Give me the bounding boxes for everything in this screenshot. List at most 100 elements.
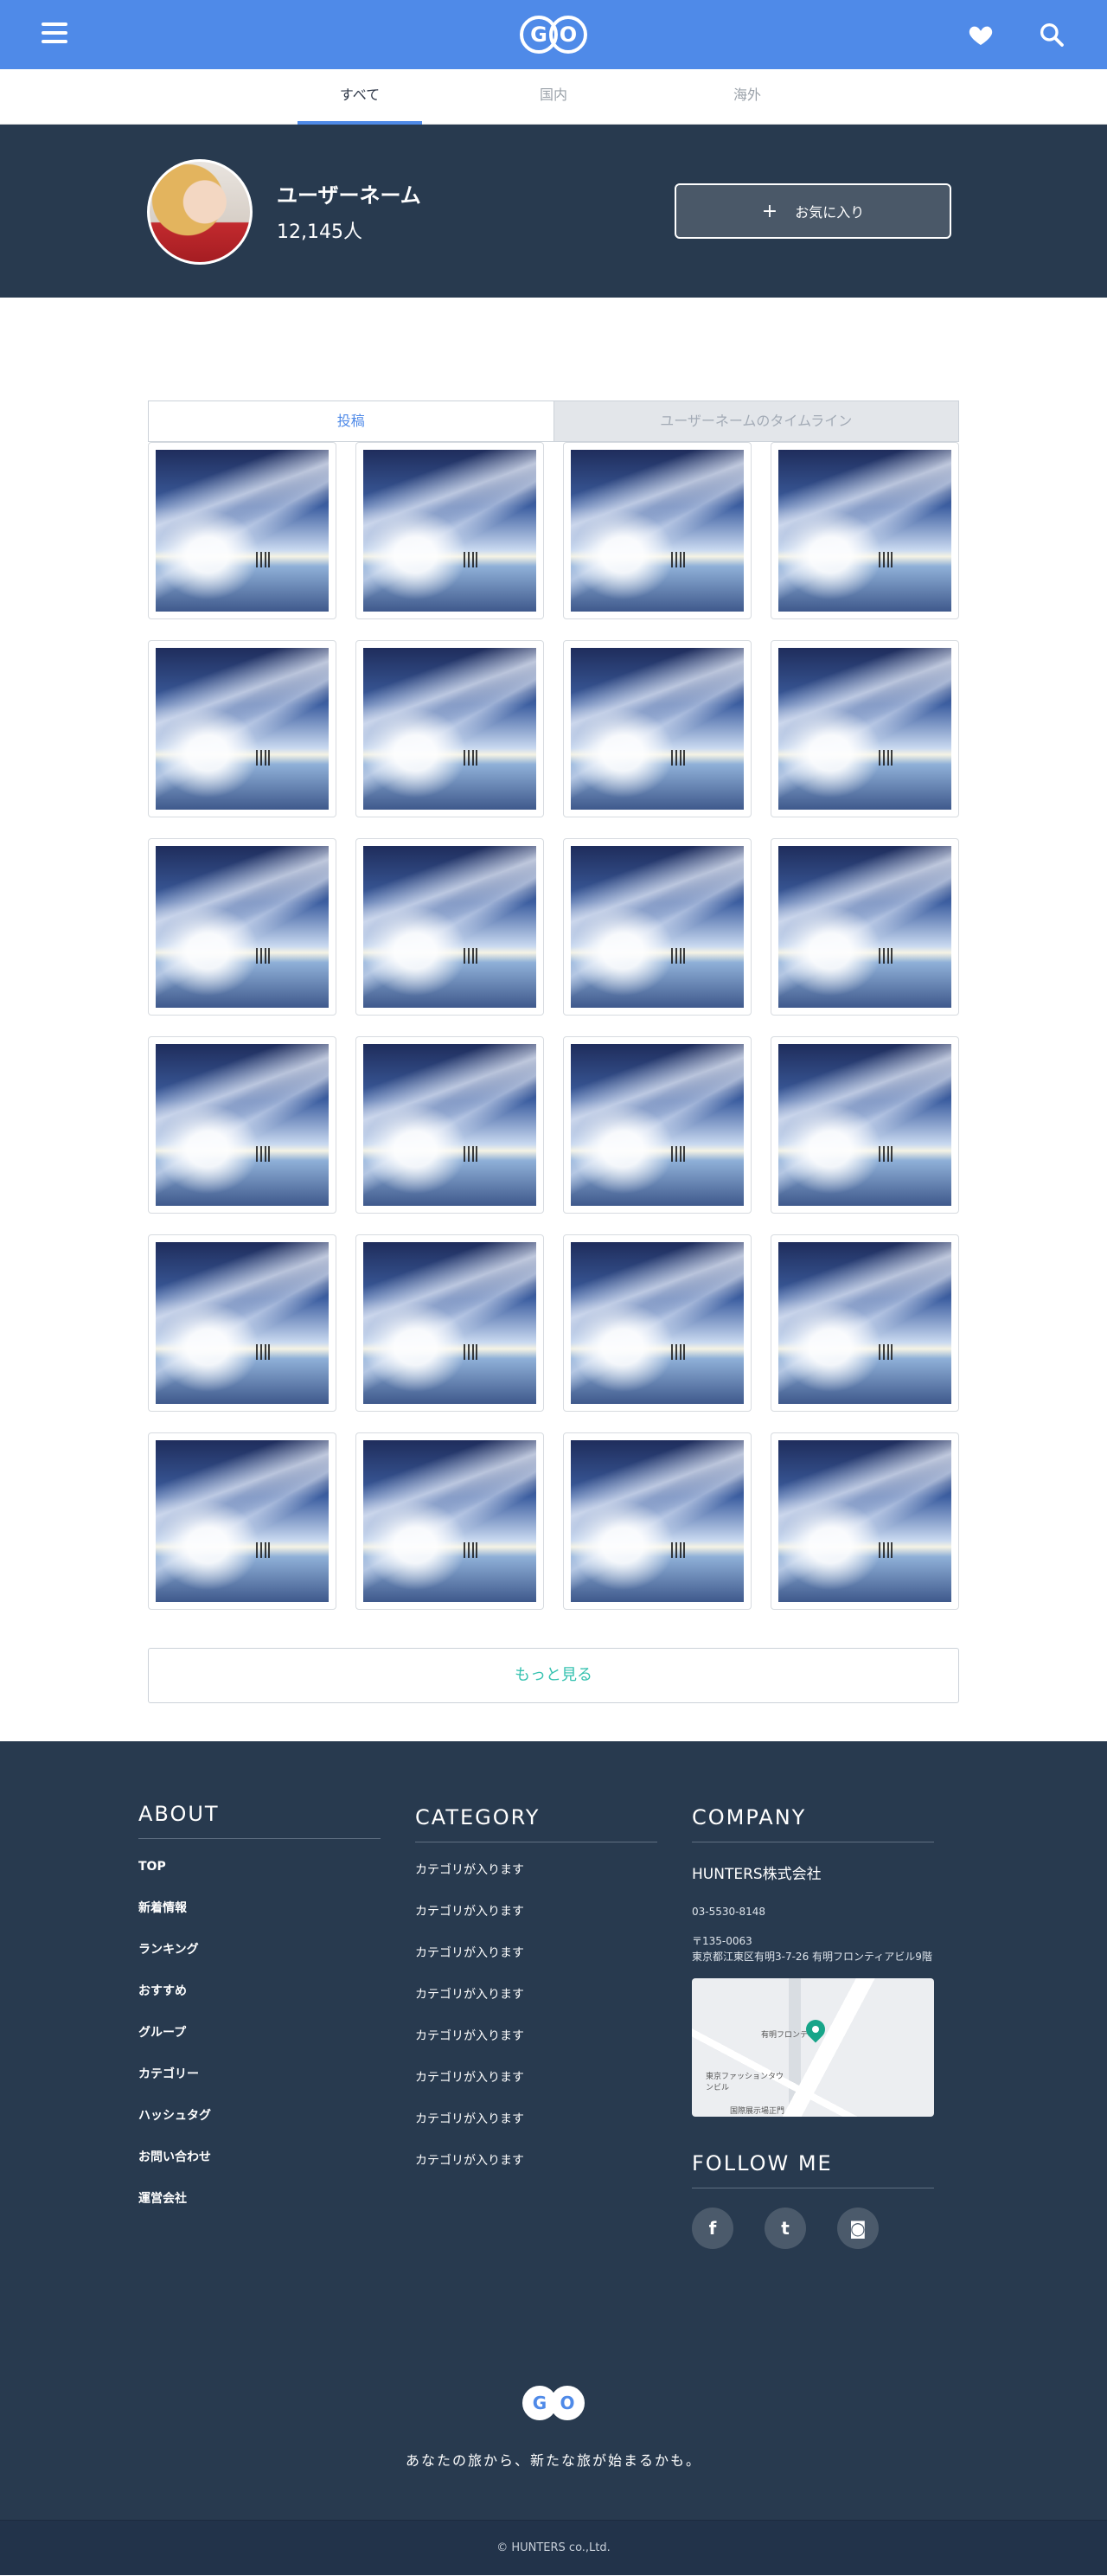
photo-card[interactable] — [355, 640, 544, 817]
photo-thumbnail — [571, 846, 744, 1008]
twitter-icon[interactable]: t — [765, 2208, 806, 2249]
photo-thumbnail — [778, 1440, 951, 1602]
footer-link-group[interactable]: グループ — [138, 2024, 381, 2041]
tab-all[interactable]: すべて — [298, 69, 422, 125]
logo-letter-o: O — [549, 16, 587, 54]
tab-posts[interactable]: 投稿 — [149, 401, 554, 441]
footer-link-contact[interactable]: お問い合わせ — [138, 2149, 381, 2166]
photo-card[interactable] — [148, 1432, 336, 1610]
region-tabs: すべて 国内 海外 — [0, 69, 1107, 125]
photo-thumbnail — [778, 648, 951, 810]
footer-link-top[interactable]: TOP — [138, 1858, 381, 1875]
photo-thumbnail — [363, 450, 536, 612]
hamburger-menu-icon[interactable] — [42, 22, 67, 47]
photo-card[interactable] — [771, 1234, 959, 1412]
site-logo[interactable]: G O — [520, 16, 587, 54]
main-content: 投稿 ユーザーネームのタイムライン もっと見る — [0, 298, 1107, 1741]
photo-card[interactable] — [355, 1036, 544, 1214]
facebook-icon[interactable]: f — [692, 2208, 733, 2249]
photo-thumbnail — [571, 1440, 744, 1602]
heart-icon[interactable] — [967, 21, 995, 48]
photo-card[interactable] — [148, 838, 336, 1016]
footer-link-category[interactable]: カテゴリー — [138, 2066, 381, 2083]
photo-thumbnail — [156, 1242, 329, 1404]
site-footer: ABOUT TOP 新着情報 ランキング おすすめ グループ カテゴリー ハッシ… — [0, 1741, 1107, 2520]
footer-category-item[interactable]: カテゴリが入ります — [415, 2152, 657, 2169]
tab-domestic[interactable]: 国内 — [491, 69, 616, 124]
photo-card[interactable] — [148, 442, 336, 619]
photo-thumbnail — [156, 450, 329, 612]
photo-thumbnail — [156, 846, 329, 1008]
photo-card[interactable] — [148, 1036, 336, 1214]
photo-thumbnail — [363, 1440, 536, 1602]
footer-category-item[interactable]: カテゴリが入ります — [415, 1945, 657, 1962]
map-label: 東京ファッションタウンビル — [706, 2073, 784, 2092]
photo-card[interactable] — [355, 1234, 544, 1412]
photo-card[interactable] — [563, 1432, 752, 1610]
footer-company: COMPANY HUNTERS株式会社 03-5530-8148 〒135-00… — [692, 1805, 934, 2249]
content-tabs: 投稿 ユーザーネームのタイムライン — [148, 400, 959, 442]
photo-card[interactable] — [148, 1234, 336, 1412]
footer-category-item[interactable]: カテゴリが入ります — [415, 1986, 657, 2003]
photo-card[interactable] — [771, 1432, 959, 1610]
footer-tagline: あなたの旅から、新たな旅が始まるかも。 — [405, 2452, 701, 2469]
photo-thumbnail — [571, 1242, 744, 1404]
company-name: HUNTERS株式会社 — [692, 1866, 822, 1883]
photo-card[interactable] — [771, 838, 959, 1016]
company-address: 〒135-0063 東京都江東区有明3-7-26 有明フロンティアビル9階 — [692, 1935, 932, 1963]
user-avatar[interactable] — [147, 159, 253, 265]
add-favorite-label: お気に入り — [795, 204, 865, 221]
photo-card[interactable] — [771, 640, 959, 817]
footer-category-item[interactable]: カテゴリが入ります — [415, 2028, 657, 2045]
photo-thumbnail — [571, 648, 744, 810]
footer-logo-letter-o: O — [550, 2386, 585, 2420]
photo-thumbnail — [363, 1044, 536, 1206]
photo-thumbnail — [156, 1044, 329, 1206]
top-navigation-bar: G O — [0, 0, 1107, 69]
company-map[interactable]: 有明フロンティア 東京ファッションタウンビル 国際展示場正門 — [692, 1978, 934, 2117]
photo-card[interactable] — [771, 1036, 959, 1214]
photo-thumbnail — [571, 1044, 744, 1206]
footer-category: CATEGORY カテゴリが入ります カテゴリが入ります カテゴリが入ります カ… — [415, 1805, 657, 2194]
footer-link-recommended[interactable]: おすすめ — [138, 1983, 381, 2000]
tab-overseas[interactable]: 海外 — [685, 69, 809, 124]
photo-card[interactable] — [563, 442, 752, 619]
footer-category-item[interactable]: カテゴリが入ります — [415, 2111, 657, 2128]
footer-follow: FOLLOW ME f t ◙ — [692, 2151, 934, 2249]
footer-follow-heading: FOLLOW ME — [692, 2151, 934, 2188]
photo-card[interactable] — [563, 640, 752, 817]
footer-category-item[interactable]: カテゴリが入ります — [415, 2069, 657, 2086]
photo-card[interactable] — [563, 838, 752, 1016]
tab-timeline[interactable]: ユーザーネームのタイムライン — [553, 401, 958, 441]
company-phone: 03-5530-8148 — [692, 1906, 766, 1918]
footer-link-hashtag[interactable]: ハッシュタグ — [138, 2107, 381, 2124]
footer-link-ranking[interactable]: ランキング — [138, 1941, 381, 1958]
footer-link-company[interactable]: 運営会社 — [138, 2190, 381, 2208]
load-more-button[interactable]: もっと見る — [148, 1648, 959, 1703]
add-favorite-button[interactable]: + お気に入り — [675, 183, 951, 239]
photo-card[interactable] — [771, 442, 959, 619]
search-icon[interactable] — [1038, 21, 1065, 48]
photo-thumbnail — [363, 648, 536, 810]
photo-thumbnail — [778, 846, 951, 1008]
plus-icon: + — [761, 200, 778, 222]
photo-thumbnail — [778, 1044, 951, 1206]
photo-card[interactable] — [563, 1036, 752, 1214]
instagram-icon[interactable]: ◙ — [837, 2208, 879, 2249]
footer-logo[interactable]: G O — [522, 2386, 585, 2420]
photo-thumbnail — [363, 846, 536, 1008]
photo-card[interactable] — [355, 838, 544, 1016]
footer-category-item[interactable]: カテゴリが入ります — [415, 1903, 657, 1920]
photo-thumbnail — [571, 450, 744, 612]
photo-thumbnail — [363, 1242, 536, 1404]
photo-card[interactable] — [355, 442, 544, 619]
footer-about: ABOUT TOP 新着情報 ランキング おすすめ グループ カテゴリー ハッシ… — [138, 1802, 381, 2232]
photo-card[interactable] — [148, 640, 336, 817]
photo-card[interactable] — [355, 1432, 544, 1610]
footer-category-item[interactable]: カテゴリが入ります — [415, 1862, 657, 1879]
footer-about-heading: ABOUT — [138, 1802, 381, 1839]
footer-link-news[interactable]: 新着情報 — [138, 1900, 381, 1917]
copyright: © HUNTERS co.,Ltd. — [0, 2520, 1107, 2575]
photo-grid — [148, 442, 959, 1610]
photo-card[interactable] — [563, 1234, 752, 1412]
